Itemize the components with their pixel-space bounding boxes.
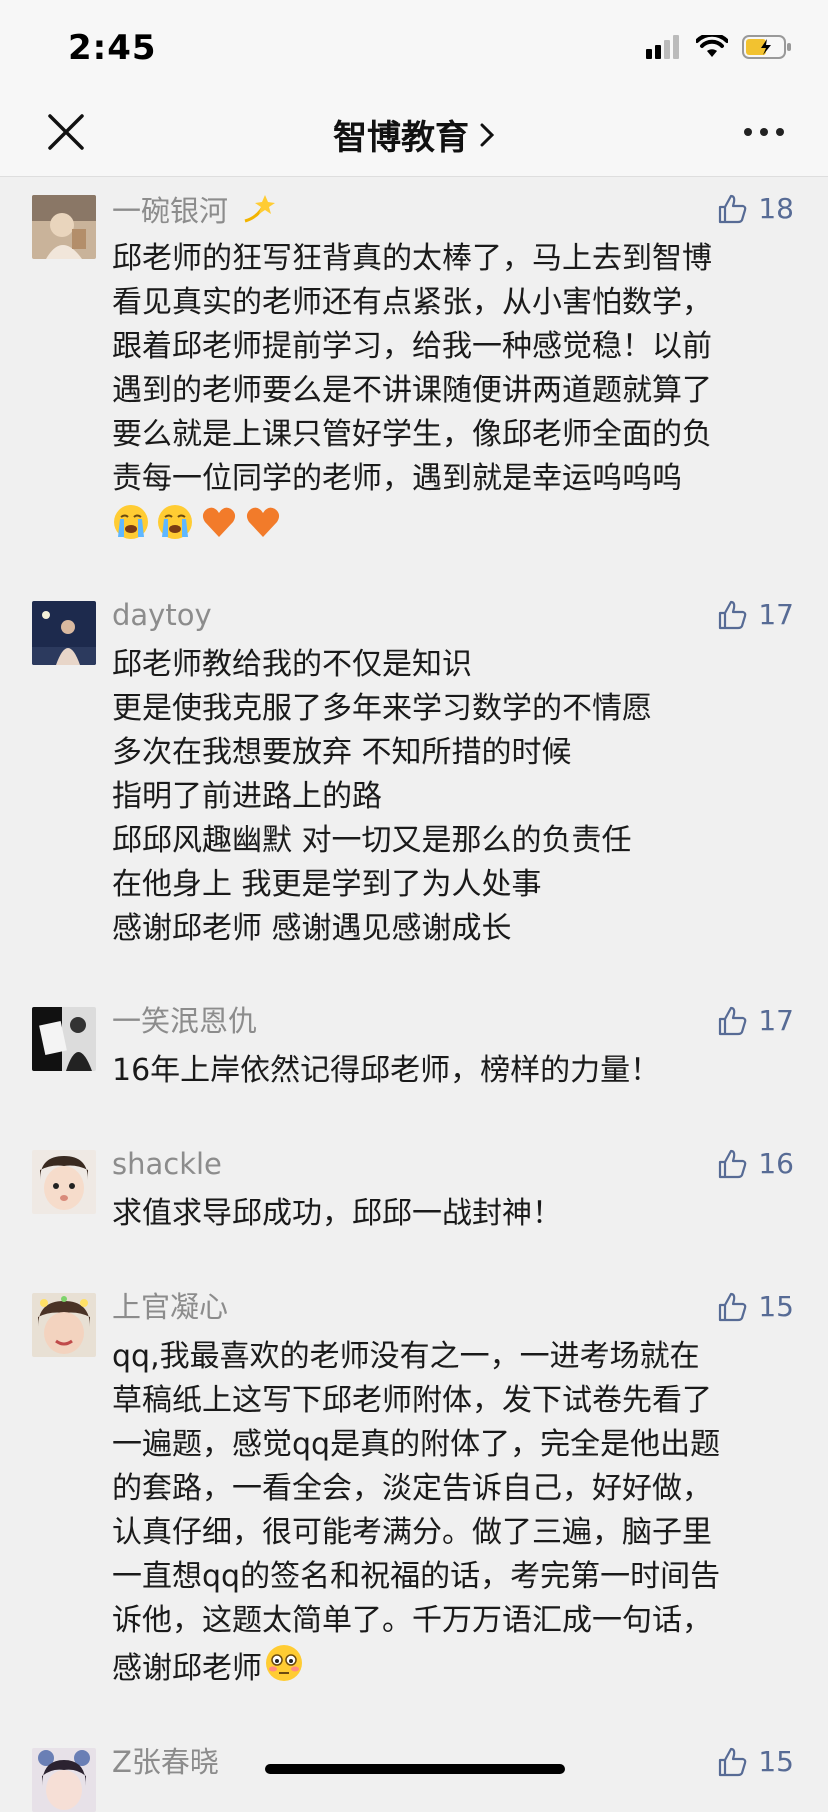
thumbs-up-icon: [719, 1006, 747, 1036]
comment-nickname: 上官凝心: [112, 1290, 229, 1324]
status-time: 2:45: [68, 28, 157, 68]
flushed-face-emoji-icon: [264, 1643, 304, 1696]
nav-title: 智博教育: [333, 118, 469, 158]
like-count: 17: [758, 598, 794, 631]
home-indicator[interactable]: [265, 1764, 565, 1774]
comment-text: 求值求导邱成功，邱邱一战封神！: [112, 1196, 562, 1231]
comment-text: 16年上岸依然记得邱老师，榜样的力量！: [112, 1053, 661, 1088]
thumbs-up-icon: [719, 1292, 747, 1322]
more-dot-icon: [776, 128, 784, 136]
status-icons: [646, 34, 792, 60]
comment-text: qq,我最喜欢的老师没有之一，一进考场就在 草稿纸上这写下邱老师附体，发下试卷先…: [112, 1339, 721, 1686]
thumbs-up-icon: [719, 194, 747, 224]
comment-text: 邱老师教给我的不仅是知识 更是使我克服了多年来学习数学的不情愿 多次在我想要放弃…: [112, 647, 652, 946]
comment-nickname: shackle: [112, 1147, 222, 1181]
like-count: 17: [758, 1004, 794, 1037]
thumbs-up-icon: [719, 1149, 747, 1179]
chevron-right-icon: [480, 123, 495, 146]
avatar[interactable]: [32, 1293, 96, 1357]
thumbs-up-icon: [719, 600, 747, 630]
like-button[interactable]: 17: [716, 1003, 794, 1039]
avatar[interactable]: [32, 1150, 96, 1214]
like-count: 18: [758, 192, 794, 225]
avatar[interactable]: [32, 195, 96, 259]
comment-nickname: 一碗银河: [112, 194, 229, 228]
comment-nickname: Z张春晓: [112, 1745, 219, 1779]
more-options-button[interactable]: [744, 116, 784, 148]
comment-nickname: daytoy: [112, 598, 212, 632]
like-button[interactable]: 16: [716, 1146, 794, 1182]
nav-bar: 智博教育: [0, 88, 828, 177]
orange-heart-emoji-icon: [202, 507, 236, 537]
comment-text: 邱老师的狂写狂背真的太棒了，马上去到智博 看见真实的老师还有点紧张，从小害怕数学…: [112, 241, 712, 496]
like-button[interactable]: 15: [716, 1289, 794, 1325]
like-count: 15: [758, 1745, 794, 1778]
dizzy-emoji-icon: [241, 191, 277, 235]
avatar[interactable]: [32, 1007, 96, 1071]
like-button[interactable]: 18: [716, 191, 794, 227]
comment-nickname: 一笑泯恩仇: [112, 1004, 258, 1038]
crying-face-emoji-icon: [114, 505, 148, 539]
wifi-icon: [696, 35, 728, 57]
more-dot-icon: [760, 128, 768, 136]
emoji-row: [112, 503, 282, 541]
like-count: 16: [758, 1147, 794, 1180]
status-bar: 2:45: [0, 0, 828, 88]
thumbs-up-icon: [719, 1747, 747, 1777]
orange-heart-emoji-icon: [246, 507, 280, 537]
like-button[interactable]: 15: [716, 1744, 794, 1780]
cellular-signal-icon: [646, 35, 679, 59]
avatar[interactable]: [32, 601, 96, 665]
nav-title-link[interactable]: 智博教育: [333, 110, 495, 159]
like-button[interactable]: 17: [716, 597, 794, 633]
avatar[interactable]: [32, 1748, 96, 1812]
battery-icon: [742, 35, 791, 59]
crying-face-emoji-icon: [158, 505, 192, 539]
like-count: 15: [758, 1290, 794, 1323]
more-dot-icon: [744, 128, 752, 136]
